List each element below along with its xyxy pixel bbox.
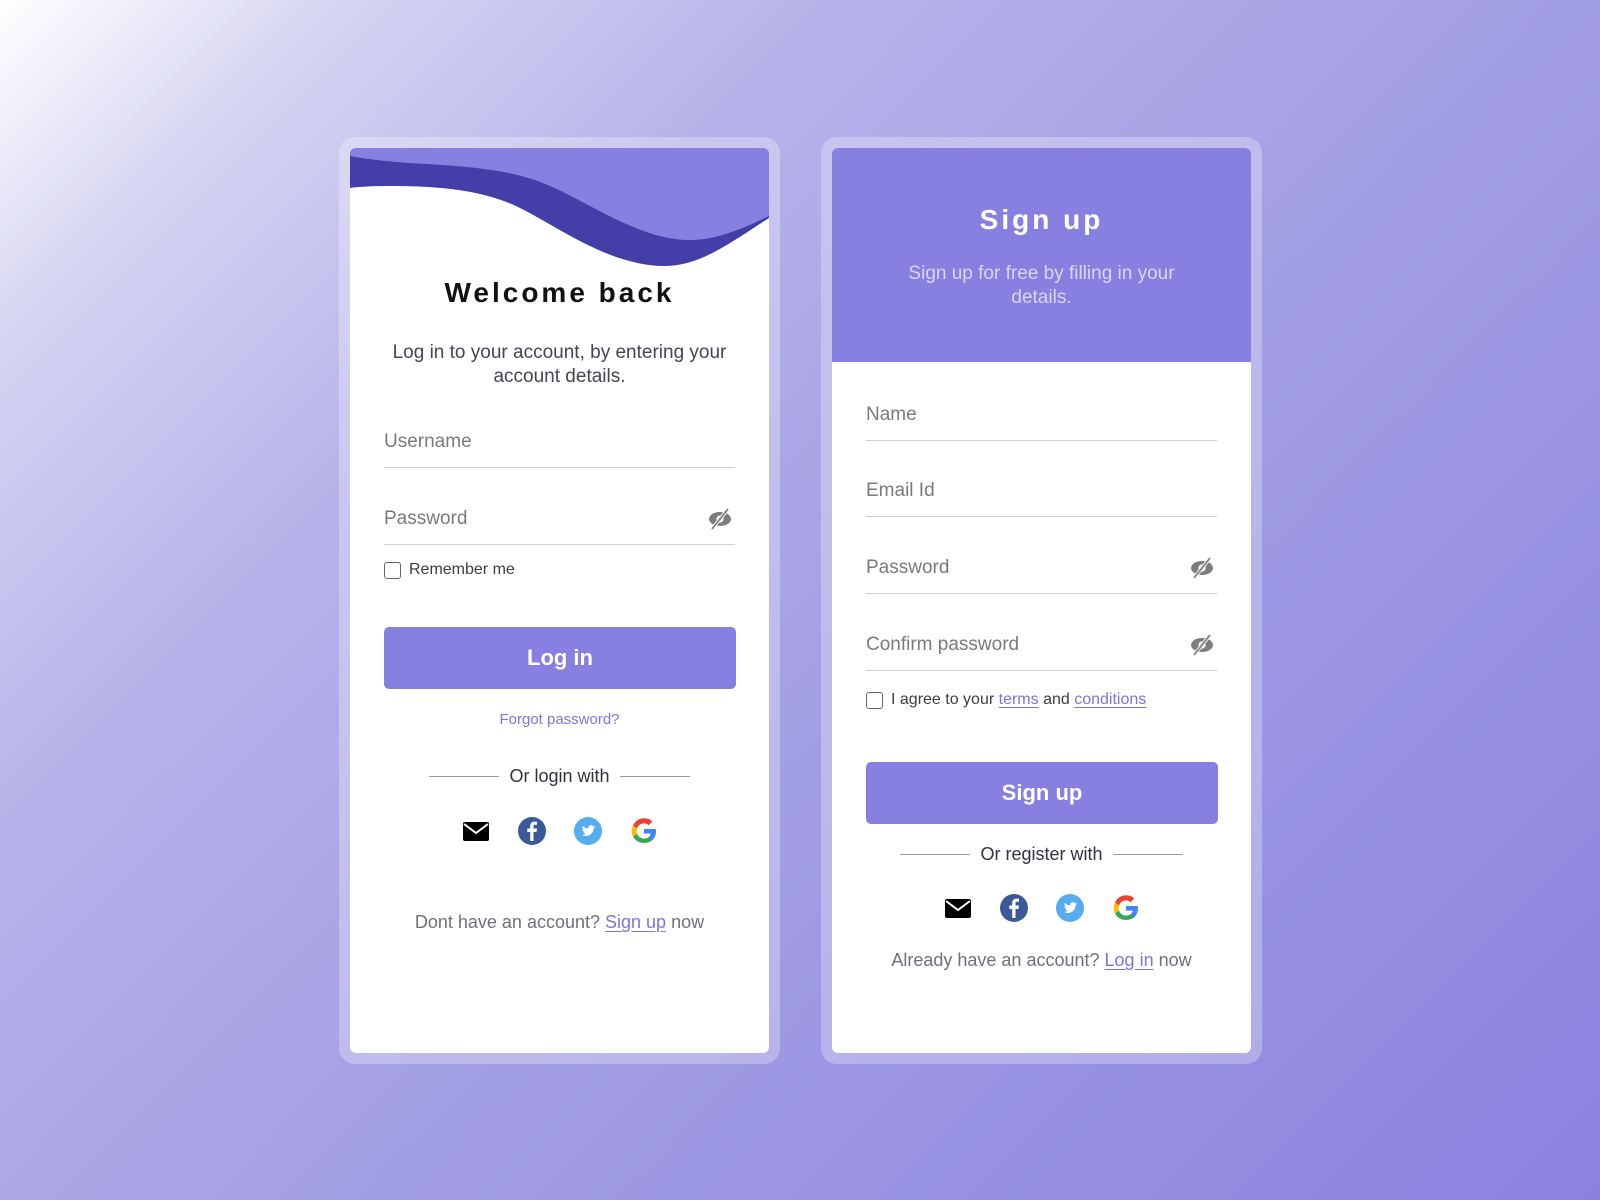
email-icon[interactable] [944, 894, 972, 922]
name-input[interactable] [866, 404, 1166, 426]
signup-button[interactable]: Sign up [866, 762, 1218, 824]
confirm-password-input[interactable] [866, 634, 1166, 656]
login-title: Welcome back [444, 277, 675, 308]
login-prompt-suffix: now [1158, 950, 1192, 970]
signup-header: Sign up Sign up for free by filling in y… [832, 148, 1251, 362]
and-text: and [1043, 691, 1070, 708]
divider-line [619, 776, 690, 777]
signup-password-input[interactable] [866, 557, 1166, 579]
email-field[interactable] [866, 461, 1217, 517]
signup-link[interactable]: Sign up [605, 912, 666, 932]
google-icon[interactable] [630, 817, 658, 845]
email-icon[interactable] [462, 817, 490, 845]
eye-slash-icon[interactable] [1189, 557, 1215, 579]
register-divider: Or register with [832, 844, 1251, 865]
conditions-link[interactable]: conditions [1074, 691, 1146, 708]
signup-card: Sign up Sign up for free by filling in y… [832, 148, 1251, 1053]
login-prompt-text: Already have an account? [891, 950, 1100, 970]
google-icon[interactable] [1112, 894, 1140, 922]
login-social-icons [350, 817, 769, 845]
signup-prompt: Dont have an account? Sign up now [350, 912, 769, 933]
divider-text: Or register with [980, 844, 1103, 864]
signup-password-field[interactable] [866, 538, 1217, 594]
confirm-password-field[interactable] [866, 615, 1217, 671]
signup-card-frame: Sign up Sign up for free by filling in y… [821, 137, 1262, 1064]
divider-text: Or login with [509, 766, 610, 786]
login-card-frame: Welcome back Log in to your account, by … [339, 137, 780, 1064]
divider-line [429, 776, 500, 777]
terms-checkbox[interactable] [866, 691, 883, 709]
signup-social-icons [832, 894, 1251, 922]
email-input[interactable] [866, 480, 1166, 502]
password-field[interactable] [384, 489, 735, 545]
eye-slash-icon[interactable] [707, 508, 733, 530]
username-input[interactable] [384, 431, 684, 453]
login-divider: Or login with [350, 766, 769, 787]
password-input[interactable] [384, 508, 684, 530]
terms-label: I agree to your terms and conditions [891, 691, 1146, 709]
remember-me-checkbox[interactable] [384, 561, 401, 579]
signup-title: Sign up [979, 204, 1104, 235]
signup-prompt-text: Dont have an account? [414, 912, 600, 932]
name-field[interactable] [866, 385, 1217, 441]
twitter-icon[interactable] [1055, 894, 1084, 922]
facebook-icon[interactable] [517, 817, 546, 845]
agree-text: I agree to your [891, 691, 995, 708]
twitter-icon[interactable] [573, 817, 602, 845]
login-prompt: Already have an account? Log in now [832, 950, 1251, 971]
terms-link[interactable]: terms [999, 691, 1039, 708]
eye-slash-icon[interactable] [1189, 634, 1215, 656]
divider-line [900, 854, 971, 855]
remember-me-row[interactable]: Remember me [384, 561, 515, 579]
divider-line [1112, 854, 1183, 855]
login-card: Welcome back Log in to your account, by … [350, 148, 769, 1053]
terms-row[interactable]: I agree to your terms and conditions [866, 691, 1146, 709]
header-wave-decoration [350, 148, 769, 278]
forgot-password-link[interactable]: Forgot password? [499, 711, 619, 728]
remember-me-label: Remember me [409, 561, 515, 578]
login-link[interactable]: Log in [1105, 950, 1154, 970]
login-subtitle: Log in to your account, by entering your… [392, 342, 727, 387]
signup-subtitle: Sign up for free by filling in your deta… [908, 263, 1175, 308]
login-button[interactable]: Log in [384, 627, 736, 689]
signup-prompt-suffix: now [671, 912, 705, 932]
username-field[interactable] [384, 412, 735, 468]
facebook-icon[interactable] [999, 894, 1028, 922]
